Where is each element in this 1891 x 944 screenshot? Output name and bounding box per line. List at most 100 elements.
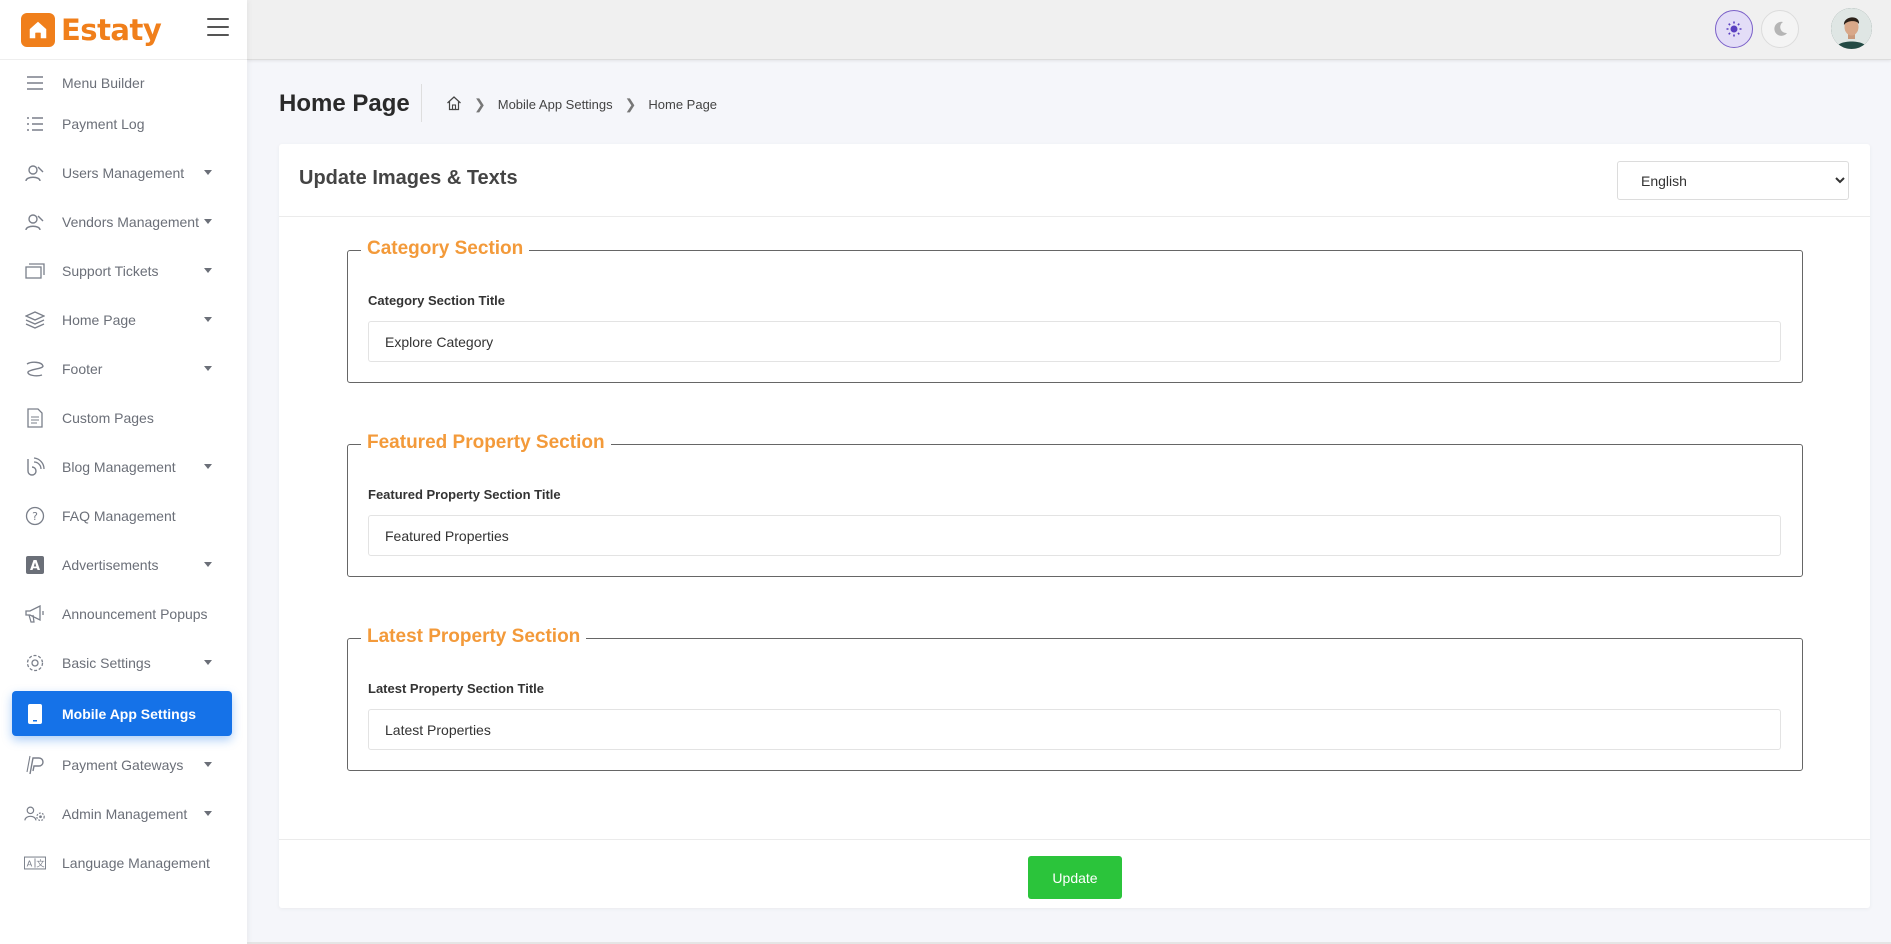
footer-icon [24,358,46,380]
chevron-down-icon [204,562,212,567]
vendors-icon [24,211,46,233]
sidebar-item-label: Support Tickets [62,262,159,279]
sidebar-toggle-icon[interactable] [207,18,229,36]
sidebar-item-vendors-management[interactable]: Vendors Management [12,199,232,244]
sidebar-item-payment-gateways[interactable]: Payment Gateways [12,742,232,787]
sidebar-item-mobile-app-settings[interactable]: Mobile App Settings [12,691,232,736]
field-label: Latest Property Section Title [368,681,545,696]
section-legend: Latest Property Section [361,626,587,648]
sidebar-item-label: Basic Settings [62,654,151,671]
chevron-down-icon [204,170,212,175]
brand-name[interactable]: Estaty [61,13,162,47]
megaphone-icon [24,603,46,625]
sidebar-item-label: FAQ Management [62,507,176,524]
mobile-icon [24,703,46,725]
sidebar-item-label: Announcement Popups [62,605,208,622]
sidebar-item-footer[interactable]: Footer [12,346,232,391]
sidebar-item-label: Advertisements [62,556,159,573]
sidebar-item-label: Vendors Management [62,213,199,230]
users-icon [24,162,46,184]
avatar[interactable] [1831,8,1872,49]
sidebar-item-label: Language Management [62,854,210,871]
admin-gear-icon [24,803,46,825]
sidebar-item-basic-settings[interactable]: Basic Settings [12,640,232,685]
page-title: Home Page [279,90,410,117]
layers-icon [24,309,46,331]
sidebar-item-admin-management[interactable]: Admin Management [12,791,232,836]
update-button[interactable]: Update [1028,856,1122,899]
moon-icon [1774,21,1787,36]
sidebar-item-menu-builder[interactable]: Menu Builder [12,60,232,105]
sidebar-item-language-management[interactable]: A文 Language Management [12,840,232,885]
sidebar-item-support-tickets[interactable]: Support Tickets [12,248,232,293]
chevron-down-icon [204,317,212,322]
chevron-right-icon: ❯ [624,96,637,112]
breadcrumb-item: Home Page [648,97,718,112]
sidebar-item-label: Mobile App Settings [62,705,197,722]
question-icon: ? [24,505,46,527]
sidebar-item-advertisements[interactable]: A Advertisements [12,542,232,587]
chevron-down-icon [204,268,212,273]
chevron-down-icon [204,762,212,767]
paypal-icon [24,754,46,776]
card-footer: Update [279,839,1870,908]
sidebar-item-label: Users Management [62,164,185,181]
language-icon: A文 [24,852,46,874]
svg-text:A: A [30,559,40,574]
breadcrumb-item[interactable]: Mobile App Settings [498,97,613,112]
latest-property-title-input[interactable] [368,709,1781,750]
light-mode-button[interactable] [1715,10,1753,48]
title-divider [421,84,422,122]
category-section: Category Section Category Section Title [347,238,1803,383]
sidebar-item-payment-log[interactable]: Payment Log [12,101,232,146]
sidebar-item-home-page[interactable]: Home Page [12,297,232,342]
chevron-right-icon: ❯ [474,96,486,112]
sun-icon [1726,21,1742,37]
menu-icon [24,72,46,94]
language-select[interactable]: English [1617,161,1849,200]
list-icon [24,113,46,135]
sidebar-item-label: Payment Gateways [62,756,184,773]
chevron-down-icon [204,464,212,469]
dark-mode-button[interactable] [1761,10,1799,48]
chevron-down-icon [204,219,212,224]
sidebar-item-label: Blog Management [62,458,176,475]
ad-icon: A [24,554,46,576]
blog-icon [24,456,46,478]
sidebar-item-label: Payment Log [62,115,145,132]
sidebar-item-label: Menu Builder [62,74,145,91]
sidebar-item-users-management[interactable]: Users Management [12,150,232,195]
field-label: Category Section Title [368,293,506,308]
featured-property-section: Featured Property Section Featured Prope… [347,432,1803,577]
category-title-input[interactable] [368,321,1781,362]
brand: Estaty [0,0,247,60]
field-label: Featured Property Section Title [368,487,561,502]
section-legend: Category Section [361,238,530,260]
sidebar-item-label: Footer [62,360,103,377]
svg-text:文: 文 [36,858,44,868]
latest-property-section: Latest Property Section Latest Property … [347,626,1803,771]
breadcrumb: ❯ Mobile App Settings ❯ Home Page [446,95,717,114]
sidebar: Estaty Menu Builder Payment Log Users Ma… [0,0,247,944]
tickets-icon [24,260,46,282]
card-header: Update Images & Texts English [279,144,1870,217]
svg-text:?: ? [32,510,38,523]
house-logo-icon[interactable] [21,12,55,47]
sidebar-item-blog-management[interactable]: Blog Management [12,444,232,489]
sidebar-item-announcement-popups[interactable]: Announcement Popups [12,591,232,636]
chevron-down-icon [204,660,212,665]
section-legend: Featured Property Section [361,432,611,454]
sidebar-item-label: Custom Pages [62,409,154,426]
sidebar-item-faq-management[interactable]: ? FAQ Management [12,493,232,538]
top-header [247,0,1891,60]
sidebar-item-custom-pages[interactable]: Custom Pages [12,395,232,440]
sidebar-item-label: Home Page [62,311,136,328]
home-icon[interactable] [446,95,462,114]
card-title: Update Images & Texts [299,167,518,189]
chevron-down-icon [204,811,212,816]
svg-text:A: A [27,858,33,868]
gear-icon [24,652,46,674]
featured-property-title-input[interactable] [368,515,1781,556]
sidebar-item-label: Admin Management [62,805,188,822]
chevron-down-icon [204,366,212,371]
